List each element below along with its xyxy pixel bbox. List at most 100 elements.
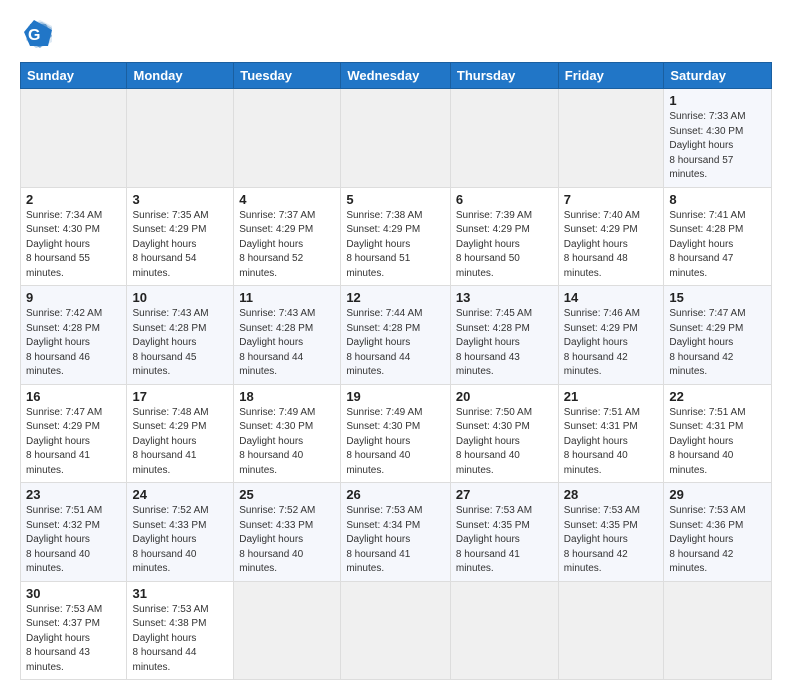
day-info: Sunrise: 7:53 AMSunset: 4:35 PMDaylight …: [456, 504, 553, 577]
day-number: 2: [26, 192, 121, 207]
calendar-cell: 17 Sunrise: 7:48 AMSunset: 4:29 PMDayligh…: [127, 384, 234, 483]
calendar-cell: 12 Sunrise: 7:44 AMSunset: 4:28 PMDayligh…: [341, 286, 451, 385]
day-info: Sunrise: 7:52 AMSunset: 4:33 PMDaylight …: [132, 504, 228, 577]
calendar-cell: [234, 581, 341, 680]
calendar-cell: 26 Sunrise: 7:53 AMSunset: 4:34 PMDayligh…: [341, 483, 451, 582]
day-number: 12: [346, 290, 445, 305]
day-number: 13: [456, 290, 553, 305]
day-number: 26: [346, 487, 445, 502]
col-wednesday: Wednesday: [341, 63, 451, 89]
day-number: 5: [346, 192, 445, 207]
day-info: Sunrise: 7:49 AMSunset: 4:30 PMDaylight …: [346, 406, 445, 479]
calendar-cell: [450, 581, 558, 680]
calendar-cell: 15 Sunrise: 7:47 AMSunset: 4:29 PMDayligh…: [664, 286, 772, 385]
calendar-header-row: Sunday Monday Tuesday Wednesday Thursday…: [21, 63, 772, 89]
day-number: 23: [26, 487, 121, 502]
day-info: Sunrise: 7:40 AMSunset: 4:29 PMDaylight …: [564, 209, 659, 282]
calendar-cell: [341, 581, 451, 680]
svg-text:G: G: [28, 27, 40, 44]
calendar-week-row: 23 Sunrise: 7:51 AMSunset: 4:32 PMDayligh…: [21, 483, 772, 582]
day-info: Sunrise: 7:46 AMSunset: 4:29 PMDaylight …: [564, 307, 659, 380]
calendar-cell: 7Sunrise: 7:40 AMSunset: 4:29 PMDaylight…: [558, 187, 664, 286]
day-number: 27: [456, 487, 553, 502]
day-info: Sunrise: 7:53 AMSunset: 4:36 PMDaylight …: [669, 504, 766, 577]
calendar-cell: 5 Sunrise: 7:38 AMSunset: 4:29 PMDaylight…: [341, 187, 451, 286]
calendar-cell: 23 Sunrise: 7:51 AMSunset: 4:32 PMDayligh…: [21, 483, 127, 582]
calendar-table: Sunday Monday Tuesday Wednesday Thursday…: [20, 62, 772, 680]
day-number: 15: [669, 290, 766, 305]
calendar-cell: 28Sunrise: 7:53 AMSunset: 4:35 PMDayligh…: [558, 483, 664, 582]
day-info: Sunrise: 7:41 AMSunset: 4:28 PMDaylight …: [669, 209, 766, 282]
col-sunday: Sunday: [21, 63, 127, 89]
main-container: G Sunday Monday Tuesday Wednesday Thursd…: [0, 0, 792, 690]
calendar-cell: [450, 89, 558, 188]
calendar-cell: 1Sunrise: 7:33 AMSunset: 4:30 PMDaylight…: [664, 89, 772, 188]
day-number: 21: [564, 389, 659, 404]
calendar-cell: 10 Sunrise: 7:43 AMSunset: 4:28 PMDayligh…: [127, 286, 234, 385]
col-monday: Monday: [127, 63, 234, 89]
day-number: 9: [26, 290, 121, 305]
col-thursday: Thursday: [450, 63, 558, 89]
day-number: 3: [132, 192, 228, 207]
day-number: 4: [239, 192, 335, 207]
col-friday: Friday: [558, 63, 664, 89]
header: G: [20, 16, 772, 52]
calendar-cell: 30 Sunrise: 7:53 AMSunset: 4:37 PMDayligh…: [21, 581, 127, 680]
day-number: 19: [346, 389, 445, 404]
day-number: 24: [132, 487, 228, 502]
day-number: 16: [26, 389, 121, 404]
calendar-cell: 16Sunrise: 7:47 AMSunset: 4:29 PMDayligh…: [21, 384, 127, 483]
day-info: Sunrise: 7:50 AMSunset: 4:30 PMDaylight …: [456, 406, 553, 479]
calendar-week-row: 1Sunrise: 7:33 AMSunset: 4:30 PMDaylight…: [21, 89, 772, 188]
day-number: 29: [669, 487, 766, 502]
calendar-cell: [21, 89, 127, 188]
day-number: 20: [456, 389, 553, 404]
day-info: Sunrise: 7:43 AMSunset: 4:28 PMDaylight …: [132, 307, 228, 380]
calendar-cell: 11Sunrise: 7:43 AMSunset: 4:28 PMDayligh…: [234, 286, 341, 385]
day-info: Sunrise: 7:53 AMSunset: 4:35 PMDaylight …: [564, 504, 659, 577]
day-info: Sunrise: 7:48 AMSunset: 4:29 PMDaylight …: [132, 406, 228, 479]
calendar-cell: [664, 581, 772, 680]
col-tuesday: Tuesday: [234, 63, 341, 89]
calendar-cell: 14 Sunrise: 7:46 AMSunset: 4:29 PMDayligh…: [558, 286, 664, 385]
calendar-cell: 24 Sunrise: 7:52 AMSunset: 4:33 PMDayligh…: [127, 483, 234, 582]
day-number: 8: [669, 192, 766, 207]
calendar-cell: 8 Sunrise: 7:41 AMSunset: 4:28 PMDaylight…: [664, 187, 772, 286]
calendar-cell: [234, 89, 341, 188]
calendar-cell: [558, 581, 664, 680]
logo-icon: G: [20, 16, 56, 52]
col-saturday: Saturday: [664, 63, 772, 89]
day-number: 1: [669, 93, 766, 108]
day-number: 11: [239, 290, 335, 305]
calendar-cell: 31Sunrise: 7:53 AMSunset: 4:38 PMDayligh…: [127, 581, 234, 680]
day-info: Sunrise: 7:53 AMSunset: 4:34 PMDaylight …: [346, 504, 445, 577]
day-number: 25: [239, 487, 335, 502]
day-info: Sunrise: 7:53 AMSunset: 4:37 PMDaylight …: [26, 603, 121, 676]
calendar-week-row: 30 Sunrise: 7:53 AMSunset: 4:37 PMDayligh…: [21, 581, 772, 680]
day-info: Sunrise: 7:49 AMSunset: 4:30 PMDaylight …: [239, 406, 335, 479]
calendar-cell: 4Sunrise: 7:37 AMSunset: 4:29 PMDaylight…: [234, 187, 341, 286]
day-info: Sunrise: 7:47 AMSunset: 4:29 PMDaylight …: [669, 307, 766, 380]
calendar-cell: 19 Sunrise: 7:49 AMSunset: 4:30 PMDayligh…: [341, 384, 451, 483]
day-info: Sunrise: 7:45 AMSunset: 4:28 PMDaylight …: [456, 307, 553, 380]
calendar-cell: [127, 89, 234, 188]
day-number: 14: [564, 290, 659, 305]
day-number: 10: [132, 290, 228, 305]
day-info: Sunrise: 7:35 AMSunset: 4:29 PMDaylight …: [132, 209, 228, 282]
calendar-cell: [558, 89, 664, 188]
day-info: Sunrise: 7:38 AMSunset: 4:29 PMDaylight …: [346, 209, 445, 282]
day-number: 18: [239, 389, 335, 404]
calendar-cell: [341, 89, 451, 188]
day-info: Sunrise: 7:51 AMSunset: 4:32 PMDaylight …: [26, 504, 121, 577]
calendar-cell: 2Sunrise: 7:34 AMSunset: 4:30 PMDaylight…: [21, 187, 127, 286]
calendar-cell: 13 Sunrise: 7:45 AMSunset: 4:28 PMDayligh…: [450, 286, 558, 385]
day-number: 30: [26, 586, 121, 601]
day-number: 31: [132, 586, 228, 601]
calendar-cell: 6Sunrise: 7:39 AMSunset: 4:29 PMDaylight…: [450, 187, 558, 286]
calendar-week-row: 9Sunrise: 7:42 AMSunset: 4:28 PMDaylight…: [21, 286, 772, 385]
day-number: 17: [132, 389, 228, 404]
calendar-cell: 20 Sunrise: 7:50 AMSunset: 4:30 PMDayligh…: [450, 384, 558, 483]
calendar-cell: 22Sunrise: 7:51 AMSunset: 4:31 PMDayligh…: [664, 384, 772, 483]
day-number: 6: [456, 192, 553, 207]
day-info: Sunrise: 7:44 AMSunset: 4:28 PMDaylight …: [346, 307, 445, 380]
